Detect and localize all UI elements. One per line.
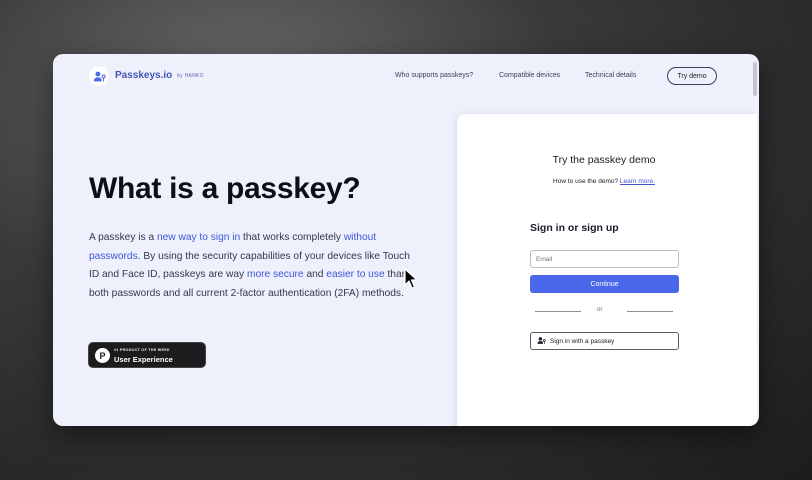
browser-window: Passkeys.io by HANKO Who supports passke… <box>53 54 759 426</box>
brand-sub: by HANKO <box>177 73 204 79</box>
hero-text: that works completely <box>240 232 344 243</box>
try-demo-button[interactable]: Try demo <box>667 67 717 85</box>
demo-panel-subtitle: How to use the demo? Learn more. <box>457 178 751 185</box>
nav-link-who-supports[interactable]: Who supports passkeys? <box>395 72 473 79</box>
hero-title: What is a passkey? <box>89 172 361 205</box>
passkey-button-label: Sign in with a passkey <box>550 337 615 345</box>
divider-line <box>535 311 581 312</box>
continue-button[interactable]: Continue <box>530 275 679 293</box>
top-nav: Passkeys.io by HANKO Who supports passke… <box>53 54 753 98</box>
link-new-way-to-sign-in[interactable]: new way to sign in <box>157 232 240 243</box>
demo-panel: Try the passkey demo How to use the demo… <box>457 114 757 426</box>
scrollbar[interactable] <box>753 62 757 96</box>
signin-heading: Sign in or sign up <box>530 222 619 234</box>
hero-text: A passkey is a <box>89 232 157 243</box>
link-easier-to-use[interactable]: easier to use <box>326 269 384 280</box>
hero-text: and <box>303 269 327 280</box>
mouse-pointer-icon <box>404 268 418 295</box>
product-hunt-icon: P <box>95 348 110 363</box>
link-more-secure[interactable]: more secure <box>247 269 304 280</box>
demo-panel-title: Try the passkey demo <box>552 154 656 166</box>
nav-link-compatible-devices[interactable]: Compatible devices <box>499 72 560 79</box>
hero-description: A passkey is a new way to sign in that w… <box>89 229 419 303</box>
email-field[interactable] <box>530 250 679 268</box>
user-key-icon <box>537 332 546 350</box>
demo-help-text: How to use the demo? <box>553 178 619 185</box>
badge-title: User Experience <box>114 355 173 364</box>
brand-name[interactable]: Passkeys.io <box>115 70 172 81</box>
logo-icon[interactable] <box>89 66 109 86</box>
product-of-week-badge[interactable]: P #1 PRODUCT OF THE WEEK User Experience <box>88 342 206 368</box>
nav-link-technical-details[interactable]: Technical details <box>585 72 636 79</box>
badge-caption: #1 PRODUCT OF THE WEEK <box>114 348 170 352</box>
sign-in-with-passkey-button[interactable]: Sign in with a passkey <box>530 332 679 350</box>
learn-more-link[interactable]: Learn more. <box>620 178 655 185</box>
divider-or: or <box>597 307 603 313</box>
divider-line <box>627 311 673 312</box>
